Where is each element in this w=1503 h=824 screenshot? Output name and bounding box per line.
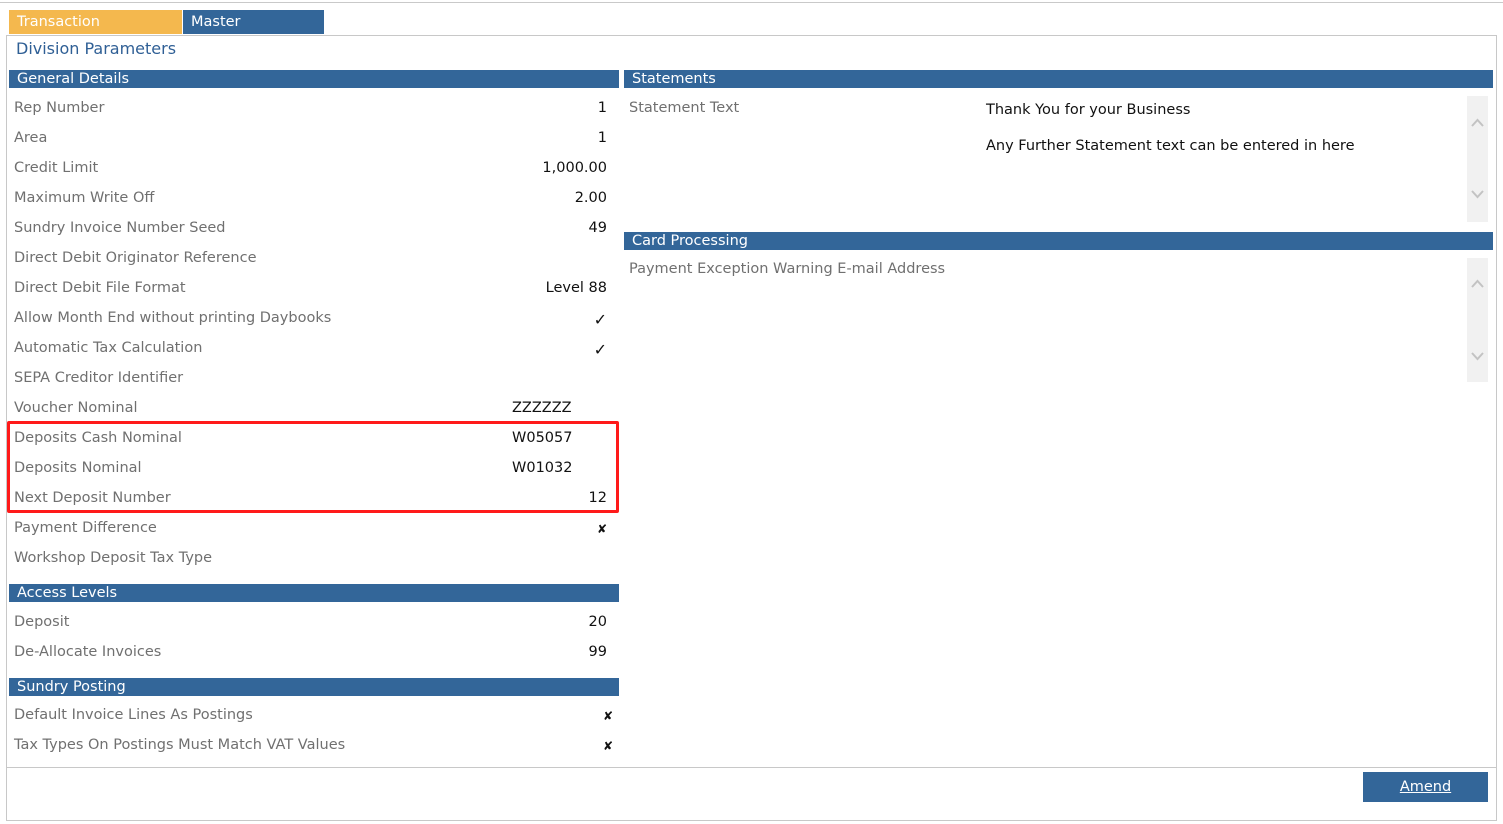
field-label: Rep Number: [14, 100, 105, 116]
field-label: Payment Difference: [14, 520, 157, 536]
field-label: Allow Month End without printing Daybook…: [14, 310, 332, 326]
row-workshop-deposit-tax-type: Workshop Deposit Tax Type: [8, 544, 613, 574]
top-rule: [0, 2, 1503, 3]
cross-icon: ✘: [602, 739, 613, 753]
amend-button[interactable]: Amend: [1363, 772, 1488, 802]
field-label: Credit Limit: [14, 160, 99, 176]
field-value: 1: [597, 100, 607, 116]
tab-transaction-parameters[interactable]: Transaction Parameters: [9, 10, 182, 54]
field-label: Voucher Nominal: [14, 400, 138, 416]
card-processing-scrollbar[interactable]: [1467, 258, 1488, 382]
field-label: De-Allocate Invoices: [14, 644, 162, 660]
cross-icon: ✘: [602, 709, 613, 723]
row-area: Area 1: [8, 124, 613, 154]
chevron-up-icon[interactable]: [1470, 116, 1485, 131]
field-value: Level 88: [545, 280, 607, 296]
field-label: Workshop Deposit Tax Type: [14, 550, 213, 566]
footer-divider: [6, 767, 1497, 768]
field-label: Direct Debit Originator Reference: [14, 250, 257, 266]
cross-icon: ✘: [596, 522, 607, 536]
row-sundry-invoice-number-seed: Sundry Invoice Number Seed 49: [8, 214, 613, 244]
section-general-details: General Details: [9, 70, 619, 88]
row-deposit: Deposit 20: [8, 608, 613, 638]
row-direct-debit-file-format: Direct Debit File Format Level 88: [8, 274, 613, 304]
field-value: 1: [597, 130, 607, 146]
field-value: 49: [588, 220, 607, 236]
row-direct-debit-originator-reference: Direct Debit Originator Reference: [8, 244, 613, 274]
check-icon: ✓: [593, 340, 607, 359]
row-de-allocate-invoices: De-Allocate Invoices 99: [8, 638, 613, 668]
statement-line: Any Further Statement text can be entere…: [986, 138, 1355, 154]
row-sepa-creditor-identifier: SEPA Creditor Identifier: [8, 364, 613, 394]
row-tax-types-on-postings: Tax Types On Postings Must Match VAT Val…: [8, 731, 613, 761]
statement-scrollbar[interactable]: [1467, 96, 1488, 222]
row-rep-number: Rep Number 1: [8, 94, 613, 124]
field-label: Default Invoice Lines As Postings: [14, 707, 253, 723]
field-value: ZZZZZZ: [512, 400, 572, 416]
section-sundry-posting: Sundry Posting: [9, 678, 619, 696]
statement-text-area[interactable]: Thank You for your Business Any Further …: [982, 96, 1467, 222]
highlight-box: [7, 421, 619, 513]
row-maximum-write-off: Maximum Write Off 2.00: [8, 184, 613, 214]
section-statements: Statements: [624, 70, 1493, 88]
page-title: Division Parameters: [16, 39, 177, 58]
field-label: Sundry Invoice Number Seed: [14, 220, 226, 236]
field-label: Automatic Tax Calculation: [14, 340, 203, 356]
field-value: 99: [588, 644, 607, 660]
row-credit-limit: Credit Limit 1,000.00: [8, 154, 613, 184]
row-voucher-nominal: Voucher Nominal ZZZZZZ: [8, 394, 613, 424]
chevron-down-icon[interactable]: [1470, 186, 1485, 201]
statement-text-label: Statement Text: [629, 100, 740, 116]
chevron-down-icon[interactable]: [1470, 348, 1485, 363]
row-payment-difference: Payment Difference ✘: [8, 514, 613, 544]
section-card-processing: Card Processing: [624, 232, 1493, 250]
check-icon: ✓: [593, 310, 607, 329]
row-allow-month-end: Allow Month End without printing Daybook…: [8, 304, 613, 334]
field-label: Maximum Write Off: [14, 190, 155, 206]
tab-master-parameters[interactable]: Master Parameters: [183, 10, 324, 54]
chevron-up-icon[interactable]: [1470, 277, 1485, 292]
field-label: Deposit: [14, 614, 70, 630]
field-label: Tax Types On Postings Must Match VAT Val…: [14, 737, 346, 753]
statement-line: Thank You for your Business: [986, 102, 1191, 118]
field-value: 20: [588, 614, 607, 630]
field-label: SEPA Creditor Identifier: [14, 370, 184, 386]
field-label: Direct Debit File Format: [14, 280, 186, 296]
section-access-levels: Access Levels: [9, 584, 619, 602]
field-value: 2.00: [574, 190, 607, 206]
row-automatic-tax-calculation: Automatic Tax Calculation ✓: [8, 334, 613, 364]
field-label: Area: [14, 130, 48, 146]
row-default-invoice-lines: Default Invoice Lines As Postings ✘: [8, 701, 613, 731]
field-value: 1,000.00: [542, 160, 607, 176]
payment-exception-email-label: Payment Exception Warning E-mail Address: [629, 261, 946, 277]
